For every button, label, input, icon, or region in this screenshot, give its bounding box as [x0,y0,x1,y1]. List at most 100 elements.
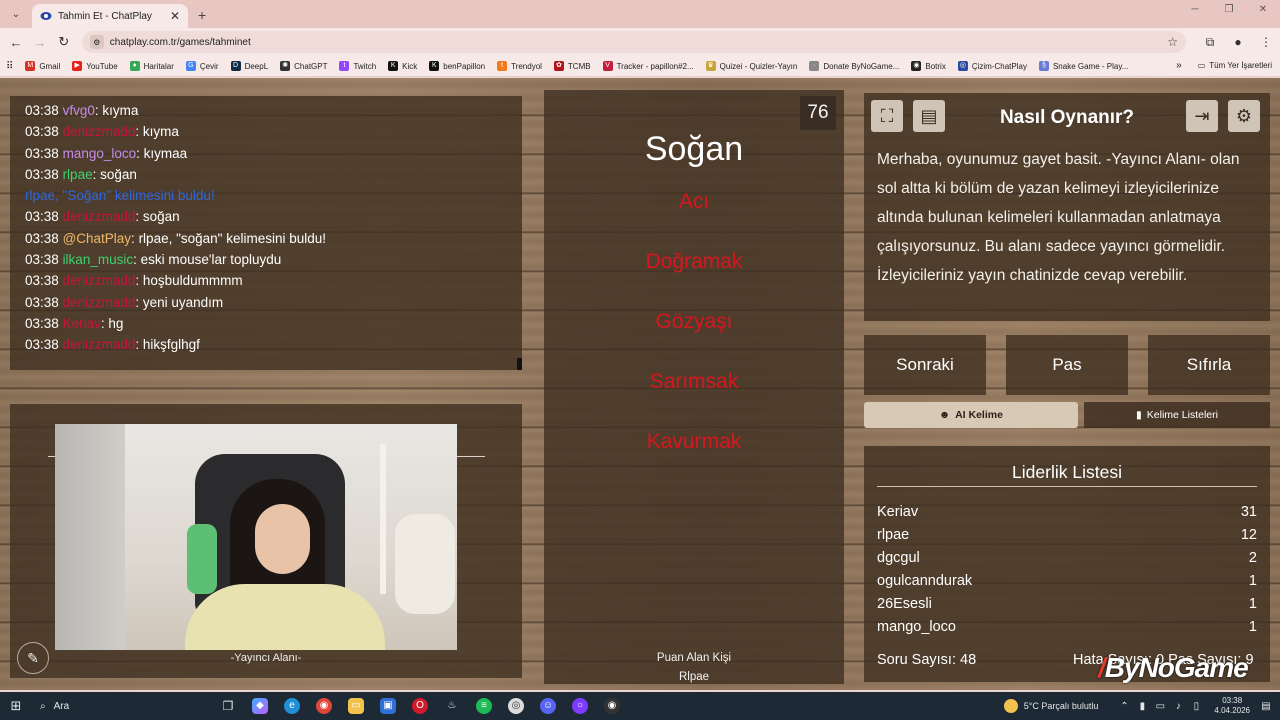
battery-icon[interactable]: ▯ [1188,701,1204,712]
bookmark-chatgpt[interactable]: ✺ ChatGPT [280,61,327,71]
tab-close-icon[interactable]: ✕ [170,9,180,23]
bookmark-youtube[interactable]: ▶ YouTube [72,61,118,71]
bookmark-cizim[interactable]: ◎ Çizim-ChatPlay [957,61,1027,71]
chat-timestamp: 03:38 [25,230,59,246]
spotify-icon[interactable]: ≡ [468,692,500,720]
address-bar[interactable]: ⚙ chatplay.com.tr/games/tahminet ☆ [81,31,1187,53]
bookmark-quizei[interactable]: ♛ Quizei - Quizler-Yayın [705,61,797,71]
reload-icon[interactable]: ↻ [52,34,76,50]
chatplay-icon: ◎ [957,61,968,71]
browser-tab[interactable]: Tahmin Et - ChatPlay ✕ [32,4,188,28]
site-info-icon[interactable]: ⚙ [89,35,104,49]
bookmark-trendyol[interactable]: t Trendyol [497,61,542,71]
forbidden-word: Doğramak [645,250,743,273]
notifications-icon[interactable]: ▤ [1258,701,1274,712]
next-button[interactable]: Sonraki [864,335,986,395]
file-explorer-icon[interactable]: ▭ [340,692,372,720]
chat-username[interactable]: denizzmadd [63,209,136,224]
network-icon[interactable]: ▭ [1152,701,1168,712]
chat-username[interactable]: denizzmadd [63,273,136,288]
bookmarks-more-button[interactable]: » [1176,60,1182,71]
how-to-play-text: Merhaba, oyunumuz gayet basit. -Yayıncı … [877,151,1240,284]
chat-message: 03:38 @ChatPlay: rlpae, "soğan" kelimesi… [25,230,327,246]
copilot-icon[interactable]: ◆ [244,692,276,720]
bookmark-benpapillon[interactable]: KbenPapillon [429,61,485,71]
chevron-up-icon[interactable]: ⌃ [1116,701,1132,712]
weather-widget[interactable]: 5°C Parçalı bulutlu [1003,699,1098,713]
volume-icon[interactable]: ♪ [1170,701,1186,712]
chat-username[interactable]: ilkan_music [63,252,134,267]
settings-gear-icon[interactable]: ⚙ [1228,100,1260,132]
chat-username[interactable]: rlpae [63,167,93,182]
chat-username[interactable]: denizzmadd [63,337,136,352]
divider [457,456,485,457]
chat-username[interactable]: denizzmadd [63,124,136,139]
chat-username[interactable]: Keriav [63,316,101,331]
folder-icon: ▭ [1197,61,1206,70]
bookmark-maps[interactable]: ♦ Haritalar [129,61,174,71]
bookmark-tracker[interactable]: V Tracker - papillon#2... [602,61,694,71]
steam-icon[interactable]: ♨ [436,692,468,720]
chat-username[interactable]: mango_loco [63,146,137,161]
task-view-icon[interactable]: ❐ [212,692,244,720]
back-icon[interactable]: ← [4,35,28,50]
app-icon[interactable]: ▣ [372,692,404,720]
leaderboard-panel: Liderlik Listesi Keriav 31 rlpae 12 dgcgul… [864,446,1270,682]
bookmark-star-icon[interactable]: ☆ [1167,35,1178,49]
profile-icon[interactable]: ● [1224,35,1252,50]
obs-icon[interactable]: ◉ [596,692,628,720]
menu-icon[interactable]: ⋮ [1252,35,1280,50]
minimize-icon[interactable]: ─ [1178,4,1212,15]
app-icon[interactable]: ◎ [500,692,532,720]
bookmark-botrix[interactable]: ◉ Botrix [911,61,946,71]
all-bookmarks-link[interactable]: Tüm Yer İşaretleri [1209,61,1272,70]
chat-username[interactable]: vfvg0 [63,103,95,118]
chrome-icon[interactable]: ◉ [308,692,340,720]
tab-search-button[interactable]: ⌄ [6,4,26,24]
chat-text: hg [108,315,124,331]
opera-icon[interactable]: O [404,692,436,720]
taskbar: ⊞ ⌕ Ara ❐ ◆ e ◉ ▭ ▣ O ♨ ≡ ◎ ☺ ○ ◉ 5°C Pa… [0,692,1280,720]
app-icon[interactable]: ○ [564,692,596,720]
chat-username[interactable]: denizzmadd [63,295,136,310]
apps-grid-icon[interactable]: ⠿ [6,61,13,72]
chatplay-favicon-icon [40,12,52,20]
bookmark-donate[interactable]: · Donate ByNoGame... [809,61,899,71]
forward-icon[interactable]: → [28,35,52,50]
bookmark-tcmb[interactable]: ✿ TCMB [553,61,591,71]
chat-username[interactable]: rlpae, "Soğan" kelimesini buldu! [25,188,215,203]
microphone-icon[interactable]: ▮ [1134,701,1150,712]
bookmark-translate[interactable]: G Çevir [185,61,219,71]
discord-icon[interactable]: ☺ [532,692,564,720]
maximize-icon[interactable]: ❐ [1212,4,1246,15]
chat-timestamp: 03:38 [25,166,59,182]
chat-scrollbar[interactable] [517,358,522,370]
windows-start-icon[interactable]: ⊞ [0,698,32,714]
streamer-area-label: -Yayıncı Alanı- [230,652,302,664]
chat-username[interactable]: @ChatPlay [63,231,131,246]
exit-icon[interactable]: ⇥ [1186,100,1218,132]
bookmark-twitch[interactable]: t Twitch [339,61,376,71]
document-icon: ▮ [1136,409,1142,421]
url-text: chatplay.com.tr/games/tahminet [109,36,251,48]
reset-button[interactable]: Sıfırla [1148,335,1270,395]
eyedropper-icon[interactable]: ✎ [17,642,49,674]
chat-text: kıyma [142,124,179,140]
bookmark-snake[interactable]: § Snake Game - Play... [1038,61,1128,71]
close-window-icon[interactable]: ✕ [1246,4,1280,15]
word-lists-button[interactable]: ▮ Kelime Listeleri [1084,402,1270,428]
forbidden-word: Gözyaşı [655,310,733,333]
bookmark-kick[interactable]: K Kick [388,61,417,71]
edge-icon[interactable]: e [276,692,308,720]
clock[interactable]: 03:38 4.04.2026 [1214,696,1250,716]
ai-word-button[interactable]: ☻ AI Kelime [864,402,1078,428]
bookmark-gmail[interactable]: M Gmail [25,61,60,71]
bookmark-deepl[interactable]: D DeepL [230,61,268,71]
tcmb-icon: ✿ [553,61,564,71]
target-word: Soğan [644,130,744,168]
pass-button[interactable]: Pas [1006,335,1128,395]
extensions-icon[interactable]: ⧉ [1196,35,1224,50]
taskbar-search[interactable]: ⌕ Ara [32,692,212,720]
new-tab-button[interactable]: + [198,7,206,23]
bookmarks-bar: ⠿ M Gmail ▶ YouTube ♦ Haritalar G Çevir D Dee… [0,56,1280,77]
